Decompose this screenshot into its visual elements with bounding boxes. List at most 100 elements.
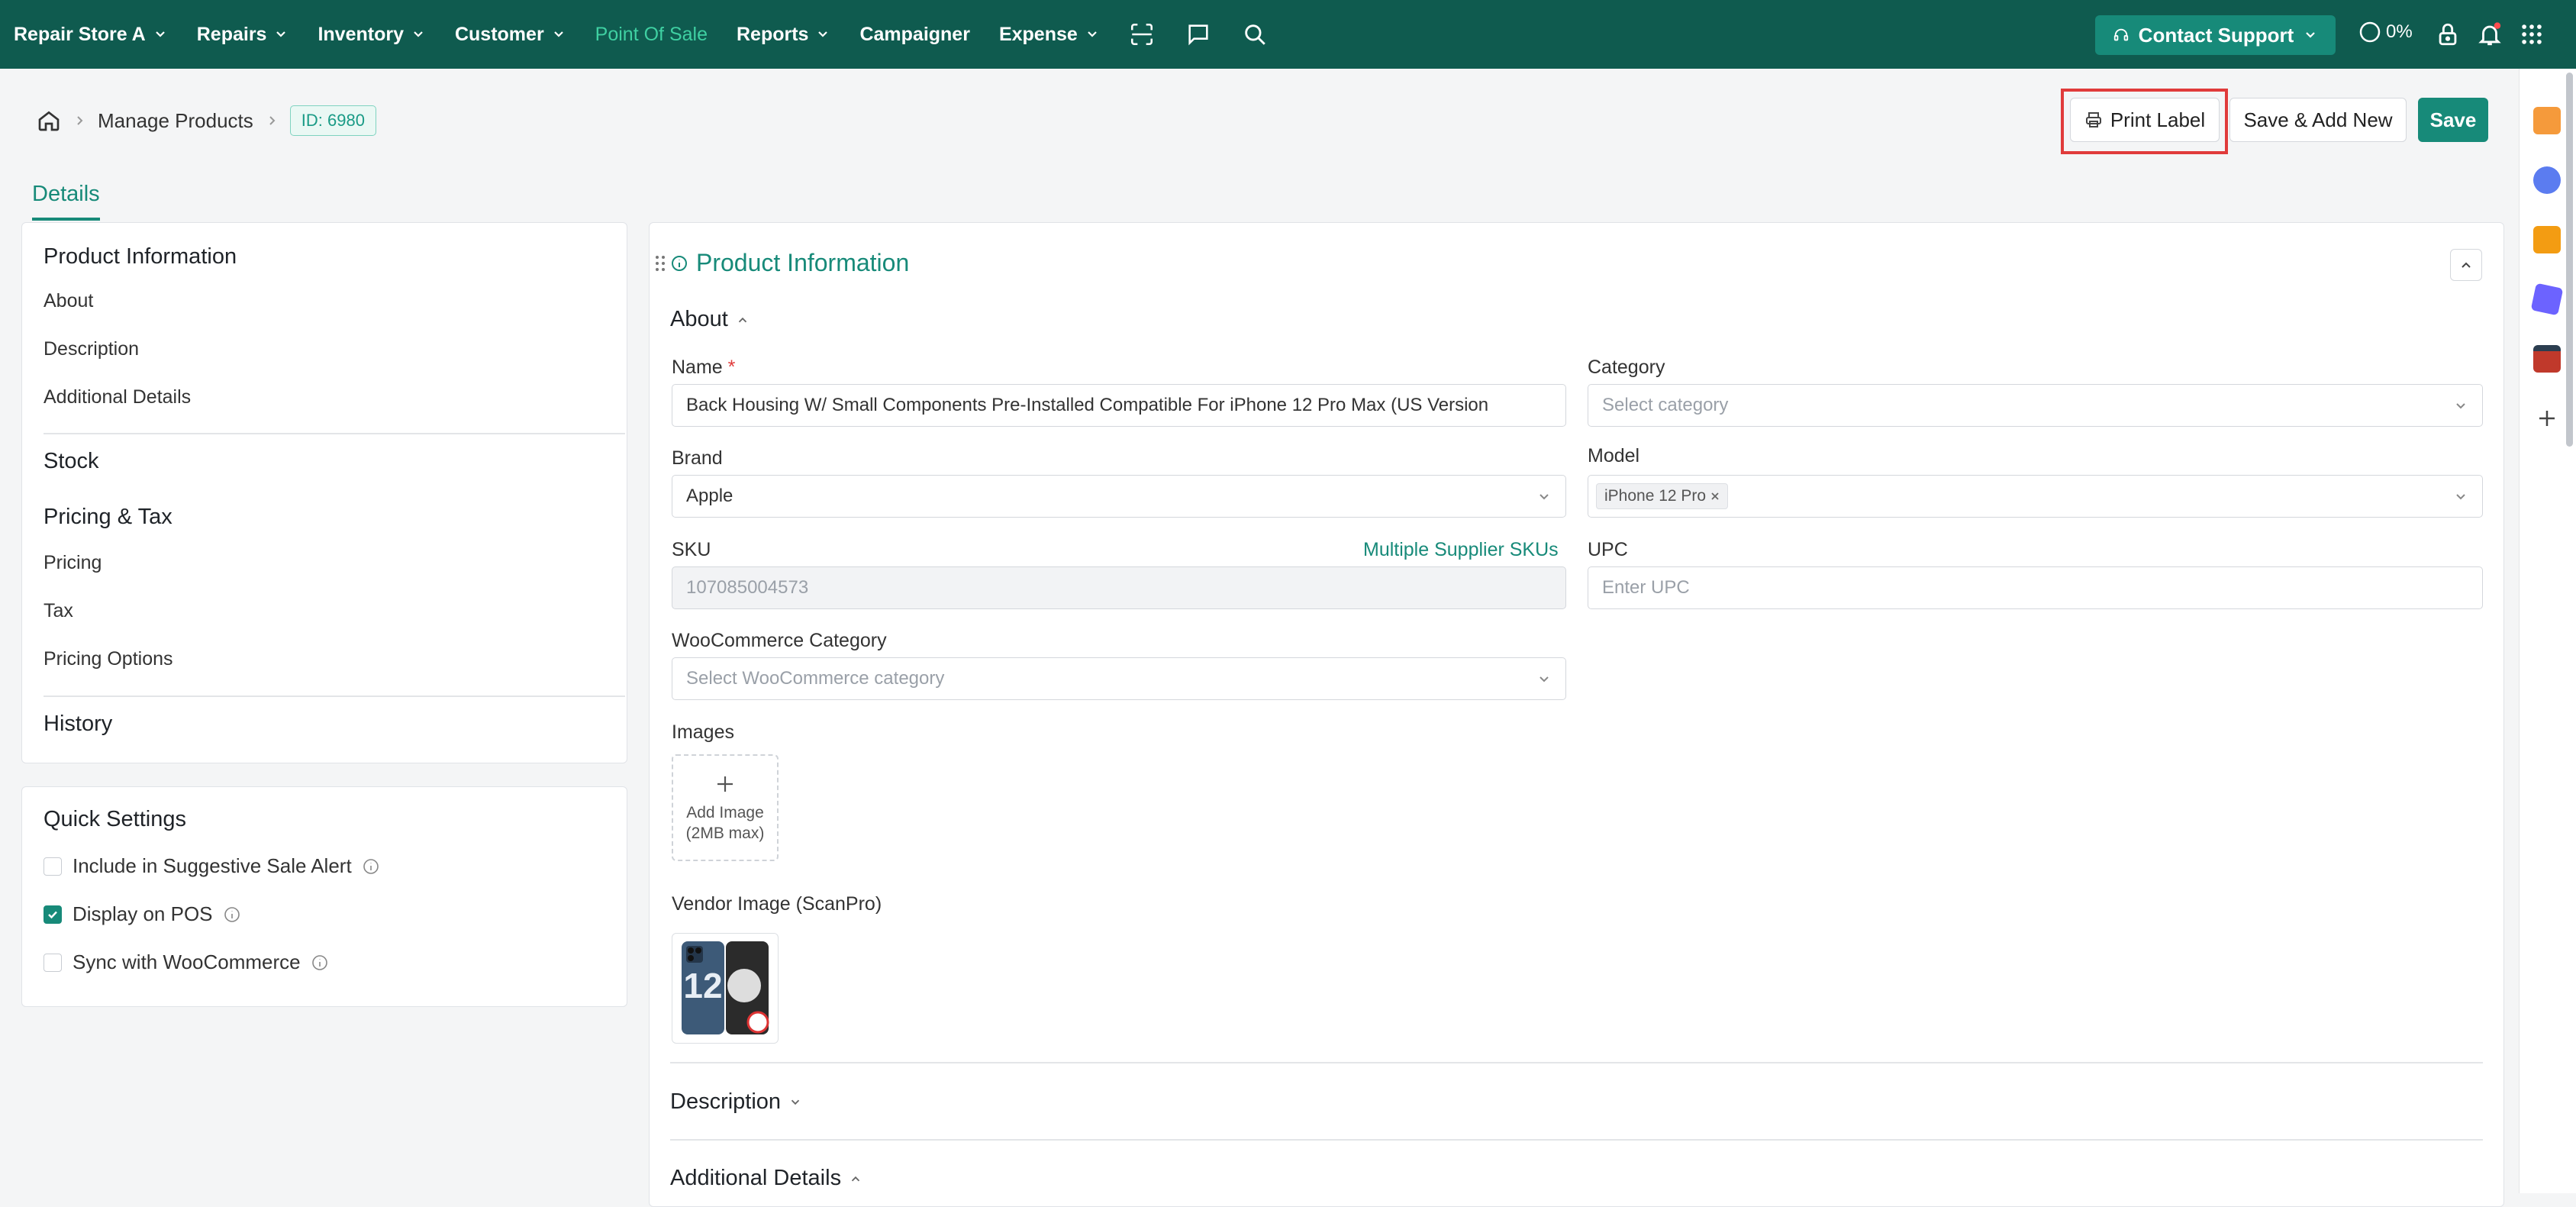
home-icon[interactable]	[37, 108, 61, 133]
name-label-text: Name	[672, 357, 723, 378]
quick-settings-panel: Quick Settings Include in Suggestive Sal…	[21, 786, 627, 1007]
chat-bubbles-icon[interactable]	[2533, 166, 2561, 194]
nav-item-pricing-options[interactable]: Pricing Options	[44, 648, 173, 670]
section-title-text: Product Information	[696, 249, 910, 276]
nav-item-reports[interactable]: Reports	[737, 24, 830, 46]
chevron-down-icon	[155, 31, 165, 37]
name-input[interactable]: Back Housing W/ Small Components Pre-Ins…	[672, 384, 1566, 427]
description-heading[interactable]: Description	[670, 1089, 802, 1115]
breadcrumb: Manage Products ID: 6980	[37, 105, 376, 136]
nav-item-customer[interactable]: Customer	[455, 24, 566, 46]
divider	[670, 1139, 2483, 1141]
nav-item-label: Repair Store A	[14, 23, 146, 45]
chevron-down-icon	[1539, 494, 1549, 500]
product-id-badge: ID: 6980	[289, 105, 376, 136]
collapse-section-button[interactable]	[2450, 249, 2482, 281]
nav-item-tax[interactable]: Tax	[44, 600, 73, 622]
add-app-icon[interactable]	[2533, 405, 2561, 432]
model-select[interactable]: iPhone 12 Pro	[1588, 475, 2483, 518]
nav-item-expense[interactable]: Expense	[999, 24, 1100, 46]
option-label: Include in Suggestive Sale Alert	[73, 854, 352, 877]
category-label: Category	[1588, 357, 1665, 378]
vendor-image-thumbnail[interactable]: 12	[672, 933, 779, 1044]
nav-item-repair-store-a[interactable]: Repair Store A	[14, 24, 168, 46]
vendor-image-label: Vendor Image (ScanPro)	[672, 893, 882, 915]
suggestive-sale-alert-option[interactable]: Include in Suggestive Sale Alert	[44, 854, 379, 878]
upc-input[interactable]: Enter UPC	[1588, 566, 2483, 609]
display-on-pos-option[interactable]: Display on POS	[44, 902, 240, 926]
checkbox[interactable]	[44, 857, 62, 876]
brand-select[interactable]: Apple	[672, 475, 1566, 518]
info-icon[interactable]	[311, 954, 328, 971]
sku-label: SKU	[672, 539, 711, 560]
category-select[interactable]: Select category	[1588, 384, 2483, 427]
woocommerce-category-select[interactable]: Select WooCommerce category	[672, 657, 1566, 700]
remove-tag-icon[interactable]	[1710, 492, 1720, 501]
contact-support-label: Contact Support	[2138, 23, 2294, 47]
nav-item-pricing[interactable]: Pricing	[44, 552, 102, 574]
checkbox[interactable]	[44, 953, 62, 972]
scan-icon[interactable]	[1129, 21, 1155, 47]
nav-heading-stock[interactable]: Stock	[44, 449, 99, 474]
main-menu: Repair Store A Repairs Inventory Customer Po…	[14, 24, 1129, 46]
progress-indicator[interactable]: 0%	[2358, 21, 2413, 44]
nav-item-description[interactable]: Description	[44, 338, 139, 360]
reader-icon[interactable]	[2533, 345, 2561, 373]
vendor-image-model-number: 12	[683, 966, 722, 1005]
apps-grid-icon[interactable]	[2519, 21, 2545, 47]
chat-icon[interactable]	[1185, 21, 1211, 47]
add-image-button[interactable]: Add Image (2MB max)	[672, 754, 779, 861]
breadcrumb-manage-products[interactable]: Manage Products	[98, 109, 253, 133]
save-button[interactable]: Save	[2418, 98, 2488, 142]
divider	[44, 695, 625, 697]
sku-input[interactable]: 107085004573	[672, 566, 1566, 609]
info-icon[interactable]	[363, 858, 379, 875]
search-icon[interactable]	[1242, 21, 1268, 47]
nav-heading-history[interactable]: History	[44, 712, 112, 737]
headset-icon	[2113, 28, 2128, 41]
nav-item-point-of-sale[interactable]: Point Of Sale	[595, 24, 708, 46]
info-icon[interactable]	[224, 906, 240, 923]
progress-text: 0%	[2386, 21, 2413, 42]
nav-item-about[interactable]: About	[44, 290, 93, 312]
nav-heading-pricing-tax[interactable]: Pricing & Tax	[44, 505, 172, 530]
model-tag: iPhone 12 Pro	[1596, 483, 1729, 509]
chevron-up-icon	[2462, 262, 2471, 268]
chevron-down-icon	[414, 31, 423, 37]
nav-item-additional-details[interactable]: Additional Details	[44, 386, 191, 408]
note-icon[interactable]	[2533, 226, 2561, 253]
shop-icon[interactable]	[2533, 107, 2561, 134]
nav-item-repairs[interactable]: Repairs	[197, 24, 289, 46]
woocommerce-category-placeholder: Select WooCommerce category	[686, 668, 945, 689]
multiple-supplier-skus-link[interactable]: Multiple Supplier SKUs	[1363, 539, 1559, 561]
save-add-new-button[interactable]: Save & Add New	[2229, 98, 2407, 142]
brand-label: Brand	[672, 447, 723, 469]
sync-woocommerce-option[interactable]: Sync with WooCommerce	[44, 950, 328, 974]
about-heading[interactable]: About	[670, 307, 750, 332]
scrollbar-thumb[interactable]	[2566, 73, 2573, 447]
name-label: Name *	[672, 357, 735, 379]
bell-icon[interactable]	[2477, 21, 2503, 47]
tab-details[interactable]: Details	[32, 182, 100, 221]
checkbox-checked[interactable]	[44, 905, 62, 924]
nav-item-label: Expense	[998, 23, 1078, 45]
section-nav-panel: Product Information About Description Ad…	[21, 222, 627, 763]
drag-handle-icon[interactable]	[655, 254, 666, 273]
woocommerce-category-label: WooCommerce Category	[672, 630, 887, 651]
contact-support-button[interactable]: Contact Support	[2095, 15, 2336, 55]
nav-heading-product-information[interactable]: Product Information	[44, 244, 237, 269]
nav-item-label: Customer	[454, 23, 544, 45]
description-heading-text: Description	[670, 1089, 782, 1114]
chevron-down-icon	[1088, 31, 1097, 37]
category-placeholder: Select category	[1602, 395, 1729, 415]
cards-icon[interactable]	[2530, 282, 2564, 316]
lock-icon[interactable]	[2435, 21, 2461, 47]
chevron-right-icon	[269, 116, 276, 125]
nav-item-campaigner[interactable]: Campaigner	[859, 24, 969, 46]
nav-item-inventory[interactable]: Inventory	[318, 24, 426, 46]
divider	[44, 433, 625, 434]
additional-details-heading[interactable]: Additional Details	[670, 1166, 862, 1191]
progress-ring-icon	[2359, 21, 2381, 43]
nav-item-label: Reports	[736, 23, 809, 45]
option-label: Sync with WooCommerce	[73, 950, 301, 973]
